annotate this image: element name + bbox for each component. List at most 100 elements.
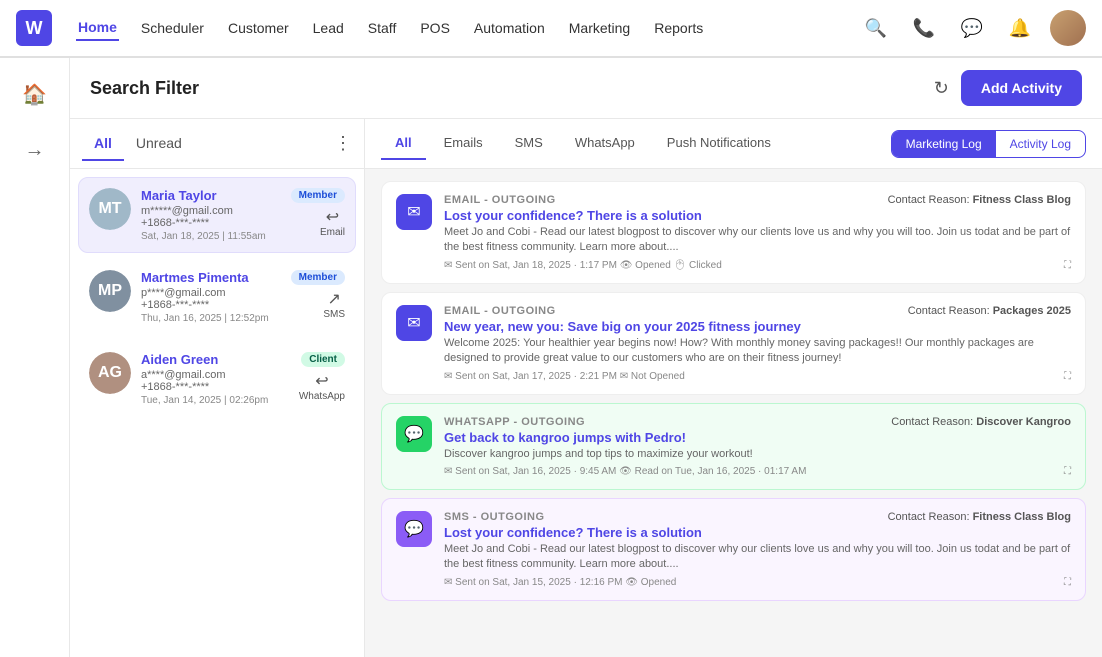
- contact-badges: Member ↩ Email: [291, 188, 345, 238]
- logo[interactable]: W: [16, 10, 52, 46]
- activity-type: EMAIL - OUTGOING: [444, 194, 556, 206]
- nav-item-home[interactable]: Home: [76, 15, 119, 41]
- contact-tabs: AllUnread ⋮: [70, 119, 364, 169]
- body-content: AllUnread ⋮ MT Maria Taylor m*****@gmail…: [70, 119, 1102, 657]
- contact-tab-more-button[interactable]: ⋮: [334, 133, 352, 154]
- contact-action[interactable]: ↩ WhatsApp: [299, 371, 345, 402]
- nav-item-reports[interactable]: Reports: [652, 16, 705, 40]
- phone-icon[interactable]: 📞: [906, 10, 942, 46]
- activity-type-row: WHATSAPP - OUTGOING Contact Reason: Disc…: [444, 416, 1071, 428]
- activity-tab-whatsapp[interactable]: WhatsApp: [561, 127, 649, 160]
- contact-item[interactable]: MP Martmes Pimenta p****@gmail.com +1868…: [78, 259, 356, 335]
- contact-info: Aiden Green a****@gmail.com +1868-***-**…: [141, 352, 289, 406]
- contact-item[interactable]: MT Maria Taylor m*****@gmail.com +1868-*…: [78, 177, 356, 253]
- activity-type: WHATSAPP - OUTGOING: [444, 416, 585, 428]
- activity-tabs: AllEmailsSMSWhatsAppPush Notifications M…: [365, 119, 1102, 169]
- nav-item-pos[interactable]: POS: [418, 16, 452, 40]
- nav-item-lead[interactable]: Lead: [311, 16, 346, 40]
- arrow-right-icon[interactable]: →: [15, 130, 55, 170]
- contact-time: Sat, Jan 18, 2025 | 11:55am: [141, 231, 281, 242]
- contact-tab-all[interactable]: All: [82, 127, 124, 161]
- activity-item: 💬 SMS - OUTGOING Contact Reason: Fitness…: [381, 498, 1086, 601]
- nav-item-customer[interactable]: Customer: [226, 16, 291, 40]
- avatar[interactable]: [1050, 10, 1086, 46]
- activity-title[interactable]: Lost your confidence? There is a solutio…: [444, 525, 1071, 540]
- nav-item-marketing[interactable]: Marketing: [567, 16, 632, 40]
- activity-log-button[interactable]: Activity Log: [996, 131, 1085, 157]
- content-area: Search Filter ↻ Add Activity AllUnread ⋮…: [70, 58, 1102, 657]
- contact-reason-value: Fitness Class Blog: [973, 194, 1071, 206]
- log-toggle: Marketing Log Activity Log: [891, 130, 1086, 158]
- contact-badges: Member ↗ SMS: [291, 270, 345, 320]
- sms-icon: 💬: [396, 511, 432, 547]
- expand-icon[interactable]: ⛶: [1064, 371, 1071, 382]
- notification-icon[interactable]: 🔔: [1002, 10, 1038, 46]
- add-activity-button[interactable]: Add Activity: [961, 70, 1082, 106]
- activity-tab-emails[interactable]: Emails: [430, 127, 497, 160]
- home-sidebar-icon[interactable]: 🏠: [15, 74, 55, 114]
- search-icon[interactable]: 🔍: [858, 10, 894, 46]
- whatsapp-icon[interactable]: 💬: [954, 10, 990, 46]
- contact-tab-unread[interactable]: Unread: [124, 127, 194, 161]
- contact-avatar: AG: [89, 352, 131, 394]
- activity-panel: AllEmailsSMSWhatsAppPush Notifications M…: [365, 119, 1102, 657]
- contact-reason: Contact Reason: Discover Kangroo: [891, 416, 1071, 428]
- activity-header: 💬 WHATSAPP - OUTGOING Contact Reason: Di…: [396, 416, 1071, 477]
- activity-list: ✉ EMAIL - OUTGOING Contact Reason: Fitne…: [365, 169, 1102, 657]
- contact-reason: Contact Reason: Fitness Class Blog: [888, 511, 1071, 523]
- activity-tab-all[interactable]: All: [381, 127, 426, 160]
- activity-content: WHATSAPP - OUTGOING Contact Reason: Disc…: [444, 416, 1071, 477]
- activity-content: EMAIL - OUTGOING Contact Reason: Fitness…: [444, 194, 1071, 271]
- action-label: WhatsApp: [299, 391, 345, 402]
- contact-reason-value: Fitness Class Blog: [973, 511, 1071, 523]
- activity-type-row: SMS - OUTGOING Contact Reason: Fitness C…: [444, 511, 1071, 523]
- activity-meta: ✉ Sent on Sat, Jan 16, 2025 · 9:45 AM 👁 …: [444, 466, 1071, 477]
- marketing-log-button[interactable]: Marketing Log: [892, 131, 996, 157]
- nav-icons: 🔍 📞 💬 🔔: [858, 10, 1086, 46]
- contact-reason: Contact Reason: Packages 2025: [908, 305, 1071, 317]
- activity-item: ✉ EMAIL - OUTGOING Contact Reason: Fitne…: [381, 181, 1086, 284]
- refresh-button[interactable]: ↻: [934, 78, 949, 99]
- contact-list: MT Maria Taylor m*****@gmail.com +1868-*…: [70, 169, 364, 657]
- activity-type-row: EMAIL - OUTGOING Contact Reason: Package…: [444, 305, 1071, 317]
- activity-title[interactable]: Lost your confidence? There is a solutio…: [444, 208, 1071, 223]
- nav-item-automation[interactable]: Automation: [472, 16, 547, 40]
- activity-content: SMS - OUTGOING Contact Reason: Fitness C…: [444, 511, 1071, 588]
- activity-meta: ✉ Sent on Sat, Jan 18, 2025 · 1:17 PM 👁 …: [444, 260, 1071, 271]
- email-icon: ✉: [396, 305, 432, 341]
- left-sidebar: 🏠 →: [0, 58, 70, 657]
- contact-email: a****@gmail.com: [141, 369, 289, 381]
- contact-email: p****@gmail.com: [141, 287, 281, 299]
- main-layout: 🏠 → Search Filter ↻ Add Activity AllUnre…: [0, 58, 1102, 657]
- contact-action[interactable]: ↗ SMS: [323, 289, 345, 320]
- contact-reason: Contact Reason: Fitness Class Blog: [888, 194, 1071, 206]
- contact-badge: Member: [291, 270, 345, 285]
- activity-meta: ✉ Sent on Sat, Jan 15, 2025 · 12:16 PM 👁…: [444, 577, 1071, 588]
- contact-action[interactable]: ↩ Email: [320, 207, 345, 238]
- activity-title[interactable]: New year, new you: Save big on your 2025…: [444, 319, 1071, 334]
- action-label: Email: [320, 227, 345, 238]
- expand-icon[interactable]: ⛶: [1064, 577, 1071, 588]
- activity-header: ✉ EMAIL - OUTGOING Contact Reason: Fitne…: [396, 194, 1071, 271]
- activity-tab-push-notifications[interactable]: Push Notifications: [653, 127, 785, 160]
- contact-email: m*****@gmail.com: [141, 205, 281, 217]
- contact-badge: Member: [291, 188, 345, 203]
- contact-panel: AllUnread ⋮ MT Maria Taylor m*****@gmail…: [70, 119, 365, 657]
- activity-title[interactable]: Get back to kangroo jumps with Pedro!: [444, 430, 1071, 445]
- activity-description: Welcome 2025: Your healthier year begins…: [444, 336, 1071, 367]
- expand-icon[interactable]: ⛶: [1064, 260, 1071, 271]
- expand-icon[interactable]: ⛶: [1064, 466, 1071, 477]
- contact-avatar: MP: [89, 270, 131, 312]
- contact-item[interactable]: AG Aiden Green a****@gmail.com +1868-***…: [78, 341, 356, 417]
- contact-name: Aiden Green: [141, 352, 289, 367]
- activity-tab-sms[interactable]: SMS: [501, 127, 557, 160]
- search-filter-title: Search Filter: [90, 78, 199, 99]
- nav-item-staff[interactable]: Staff: [366, 16, 399, 40]
- nav-item-scheduler[interactable]: Scheduler: [139, 16, 206, 40]
- activity-header: 💬 SMS - OUTGOING Contact Reason: Fitness…: [396, 511, 1071, 588]
- action-label: SMS: [323, 309, 345, 320]
- activity-item: ✉ EMAIL - OUTGOING Contact Reason: Packa…: [381, 292, 1086, 395]
- action-icon: ↗: [327, 289, 340, 309]
- contact-info: Maria Taylor m*****@gmail.com +1868-***-…: [141, 188, 281, 242]
- contact-phone: +1868-***-****: [141, 299, 281, 311]
